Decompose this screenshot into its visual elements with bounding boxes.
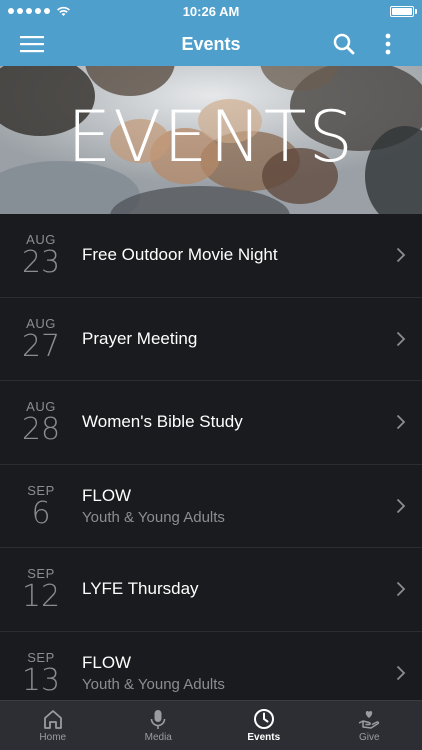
event-subtitle: Youth & Young Adults xyxy=(82,508,225,526)
list-item[interactable]: AUG 28 Women's Bible Study xyxy=(0,381,422,465)
status-bar: 10:26 AM xyxy=(0,0,422,22)
tab-home[interactable]: Home xyxy=(0,701,106,750)
chevron-right-icon xyxy=(396,415,406,430)
event-day: 27 xyxy=(21,328,61,364)
menu-button[interactable] xyxy=(10,22,54,66)
clock-icon xyxy=(253,709,274,729)
list-item[interactable]: AUG 23 Free Outdoor Movie Night xyxy=(0,214,422,298)
list-item[interactable]: SEP 6 FLOW Youth & Young Adults xyxy=(0,465,422,548)
give-hand-heart-icon xyxy=(358,711,380,729)
tab-events[interactable]: Events xyxy=(211,701,317,750)
event-title: FLOW xyxy=(82,652,132,672)
event-title: LYFE Thursday xyxy=(82,579,199,599)
event-day: 6 xyxy=(31,495,51,531)
list-item[interactable]: AUG 27 Prayer Meeting xyxy=(0,298,422,381)
chevron-right-icon xyxy=(396,331,406,346)
tab-bar: Home Media Events Give xyxy=(0,700,422,750)
battery-level-fill xyxy=(392,7,412,15)
search-button[interactable] xyxy=(322,22,366,66)
vertical-ellipsis-icon xyxy=(385,33,391,55)
tab-label: Home xyxy=(39,732,67,743)
list-item[interactable]: SEP 12 LYFE Thursday xyxy=(0,548,422,632)
tab-label: Events xyxy=(247,732,281,743)
event-date: AUG 28 xyxy=(0,399,82,445)
hero-title: EVENTS xyxy=(67,96,355,178)
navigation-bar: Events xyxy=(0,22,422,66)
event-title: FLOW xyxy=(82,485,132,505)
chevron-right-icon xyxy=(396,498,406,513)
event-day: 23 xyxy=(21,245,61,281)
event-list: AUG 23 Free Outdoor Movie Night AUG 27 P… xyxy=(0,214,422,700)
chevron-right-icon xyxy=(396,582,406,597)
event-title: Free Outdoor Movie Night xyxy=(82,245,278,265)
event-day: 12 xyxy=(21,579,61,615)
hero-banner: EVENTS xyxy=(0,66,422,214)
tab-media[interactable]: Media xyxy=(106,701,212,750)
event-date: AUG 23 xyxy=(0,232,82,278)
wifi-icon xyxy=(57,6,70,16)
event-title: Prayer Meeting xyxy=(82,328,198,348)
event-date: AUG 27 xyxy=(0,316,82,362)
page-title: Events xyxy=(181,33,241,54)
more-options-button[interactable] xyxy=(366,22,410,66)
tab-give[interactable]: Give xyxy=(317,701,422,750)
event-date: SEP 12 xyxy=(0,566,82,612)
event-date: SEP 13 xyxy=(0,650,82,696)
event-day: 13 xyxy=(21,662,61,698)
tab-label: Give xyxy=(358,732,380,743)
chevron-right-icon xyxy=(396,665,406,680)
event-title: Women's Bible Study xyxy=(82,412,243,432)
signal-strength-icon xyxy=(8,6,71,17)
event-date: SEP 6 xyxy=(0,483,82,529)
event-subtitle: Youth & Young Adults xyxy=(82,675,225,693)
hamburger-menu-icon xyxy=(20,36,44,53)
tab-label: Media xyxy=(144,732,172,743)
battery-icon xyxy=(390,5,417,17)
microphone-icon xyxy=(150,710,166,729)
home-icon xyxy=(43,710,62,729)
chevron-right-icon xyxy=(396,248,406,263)
list-item[interactable]: SEP 13 FLOW Youth & Young Adults xyxy=(0,632,422,701)
search-icon xyxy=(333,33,355,55)
event-day: 28 xyxy=(21,412,61,448)
